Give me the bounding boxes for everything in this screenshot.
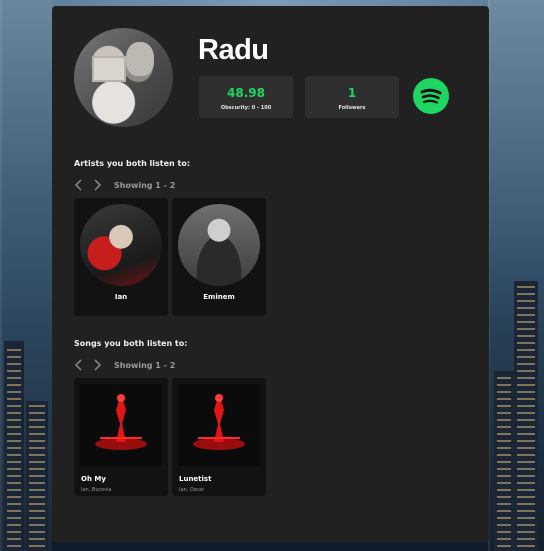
album-art [178, 384, 260, 466]
background-city-right [488, 0, 544, 551]
song-card[interactable]: Lunetist Ian, Oscar [172, 378, 266, 496]
obscurity-value: 48.98 [227, 86, 265, 100]
artists-pager: Showing 1 - 2 [74, 178, 175, 192]
artist-image [178, 204, 260, 286]
obscurity-label: Obscurity: 0 - 100 [220, 105, 272, 111]
artist-card[interactable]: Eminem [172, 198, 266, 316]
chevron-left-icon[interactable] [74, 179, 84, 191]
chevron-right-icon[interactable] [92, 359, 102, 371]
avatar [74, 28, 173, 127]
artist-card[interactable]: Ian [74, 198, 168, 316]
avatar-monitor [92, 56, 126, 82]
followers-stat: 1 Followers [305, 76, 399, 118]
obscurity-stat: 48.98 Obscurity: 0 - 100 [199, 76, 293, 118]
profile-panel: Radu 48.98 Obscurity: 0 - 100 1 Follower… [52, 6, 489, 542]
chevron-right-icon[interactable] [92, 179, 102, 191]
song-artists: Ian, Bvcovia [81, 487, 112, 493]
album-art [80, 384, 162, 466]
songs-heading: Songs you both listen to: [74, 339, 188, 348]
song-artists: Ian, Oscar [179, 487, 205, 493]
song-title: Oh My [81, 475, 106, 483]
songs-range: Showing 1 - 2 [114, 360, 176, 370]
followers-value: 1 [347, 86, 357, 100]
songs-pager: Showing 1 - 2 [74, 358, 175, 372]
artist-name: Eminem [203, 293, 235, 301]
artist-name: Ian [114, 293, 128, 301]
song-title: Lunetist [179, 475, 212, 483]
artists-heading: Artists you both listen to: [74, 159, 191, 168]
chevron-left-icon[interactable] [74, 359, 84, 371]
song-card[interactable]: Oh My Ian, Bvcovia [74, 378, 168, 496]
avatar-cat [126, 42, 154, 76]
artist-image [80, 204, 162, 286]
background-city-left [0, 0, 52, 551]
followers-label: Followers [338, 105, 366, 111]
profile-name: Radu [198, 34, 269, 66]
artists-range: Showing 1 - 2 [114, 180, 176, 190]
spotify-icon[interactable] [413, 78, 449, 114]
